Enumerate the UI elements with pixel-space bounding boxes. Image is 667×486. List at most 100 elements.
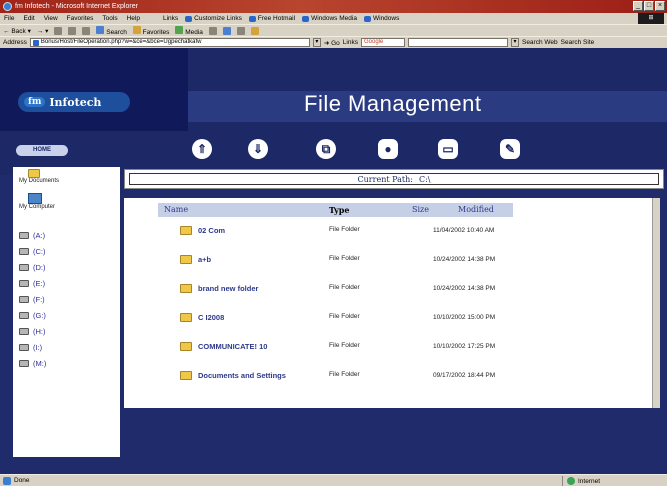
- drive-item-c[interactable]: (C:): [19, 247, 46, 256]
- search-site-button[interactable]: Search Site: [561, 39, 595, 46]
- google-search-input[interactable]: [407, 38, 508, 47]
- drive-item-h[interactable]: (H:): [19, 327, 46, 336]
- internet-zone-icon: [567, 477, 575, 485]
- drive-label: (G:): [33, 311, 46, 320]
- edit-icon[interactable]: [250, 26, 259, 35]
- home-button[interactable]: HOME: [16, 145, 68, 156]
- rename-icon[interactable]: ✎: [500, 139, 520, 159]
- menu-help[interactable]: Help: [127, 15, 140, 22]
- window-title: fm Infotech - Microsoft Internet Explore…: [15, 3, 138, 10]
- menu-tools[interactable]: Tools: [102, 15, 117, 22]
- windows-logo-icon: ⊞: [638, 13, 664, 24]
- back-button[interactable]: ← Back ▾: [3, 27, 31, 35]
- home-icon[interactable]: [82, 26, 91, 35]
- file-row[interactable]: Documents and Settings File Folder 09/17…: [158, 371, 513, 380]
- file-row[interactable]: C I2008 File Folder 10/10/2002 15:00 PM: [158, 313, 513, 322]
- cd-drive-icon: [19, 264, 29, 271]
- drive-item-i[interactable]: (I:): [19, 343, 42, 352]
- column-header-name[interactable]: Name: [158, 203, 323, 217]
- link-label: Windows Media: [311, 15, 357, 22]
- close-button[interactable]: ×: [655, 1, 665, 11]
- maximize-button[interactable]: □: [644, 1, 654, 11]
- delete-icon[interactable]: ●: [378, 139, 398, 159]
- search-button[interactable]: Search: [96, 25, 127, 36]
- link-customize[interactable]: Customize Links: [185, 15, 242, 22]
- menu-favorites[interactable]: Favorites: [67, 15, 94, 22]
- column-header-type[interactable]: Type: [323, 203, 403, 217]
- network-drive-icon: [19, 312, 29, 319]
- forward-button[interactable]: → ▾: [37, 27, 49, 35]
- favorites-button[interactable]: Favorites: [132, 25, 169, 36]
- menu-view[interactable]: View: [44, 15, 58, 22]
- window-titlebar: fm Infotech - Microsoft Internet Explore…: [0, 0, 667, 13]
- file-name[interactable]: C I2008: [198, 313, 224, 322]
- minimize-button[interactable]: _: [633, 1, 643, 11]
- menu-edit[interactable]: Edit: [23, 15, 34, 22]
- file-modified-cell: 09/17/2002 18:44 PM: [433, 372, 496, 379]
- copy-icon[interactable]: ⧉: [316, 139, 336, 159]
- drive-item-e[interactable]: (E:): [19, 279, 45, 288]
- file-name-cell: Documents and Settings: [158, 371, 323, 380]
- address-input[interactable]: Bonus/Host/FileOperation.php?w=&ce=&bce=…: [29, 38, 310, 47]
- zone-label: Internet: [578, 477, 601, 485]
- drive-item-d[interactable]: (D:): [19, 263, 46, 272]
- column-header-modified[interactable]: Modified: [433, 203, 513, 217]
- links-button[interactable]: Links: [343, 39, 358, 46]
- link-windows-media[interactable]: Windows Media: [302, 15, 357, 22]
- file-name[interactable]: brand new folder: [198, 284, 258, 293]
- my-documents-link[interactable]: My Documents: [19, 169, 59, 184]
- file-name[interactable]: COMMUNICATE! 10: [198, 342, 267, 351]
- address-dropdown-button[interactable]: ▾: [312, 38, 321, 47]
- new-folder-icon[interactable]: ▭: [438, 139, 458, 159]
- media-button[interactable]: Media: [175, 25, 203, 36]
- file-name[interactable]: Documents and Settings: [198, 371, 286, 380]
- drive-label: (A:): [33, 231, 46, 240]
- search-web-button[interactable]: Search Web: [522, 39, 558, 46]
- print-icon[interactable]: [236, 26, 245, 35]
- my-documents-label: My Documents: [19, 178, 60, 184]
- mail-icon[interactable]: [222, 26, 231, 35]
- go-button[interactable]: ➜ Go: [324, 39, 340, 47]
- file-row[interactable]: COMMUNICATE! 10 File Folder 10/10/2002 1…: [158, 342, 513, 351]
- file-list-panel: Name Type Size Modified 02 Com File Fold…: [124, 198, 660, 408]
- drive-item-g[interactable]: (G:): [19, 311, 46, 320]
- link-windows[interactable]: Windows: [363, 15, 400, 22]
- download-icon[interactable]: ⇓: [248, 139, 268, 159]
- folder-icon: [180, 313, 192, 322]
- drive-item-a[interactable]: (A:): [19, 231, 45, 240]
- link-hotmail[interactable]: Free Hotmail: [248, 15, 295, 22]
- page-done-icon: [3, 476, 11, 485]
- logo-text: Infotech: [49, 95, 102, 109]
- drive-sidebar: My Documents My Computer (A:) (C:) (D:) …: [13, 167, 120, 457]
- drive-item-f[interactable]: (F:): [19, 295, 45, 304]
- company-logo[interactable]: fm Infotech: [18, 92, 130, 112]
- file-row[interactable]: 02 Com File Folder 11/04/2002 10:40 AM: [158, 226, 513, 235]
- file-list-scrollbar[interactable]: [652, 198, 660, 408]
- current-path-value: C:\: [418, 174, 431, 184]
- folder-icon: [180, 226, 192, 235]
- file-type-cell: File Folder: [329, 371, 360, 378]
- file-name[interactable]: 02 Com: [198, 226, 225, 235]
- favorites-icon: [132, 25, 141, 34]
- file-name-cell: 02 Com: [158, 226, 323, 235]
- current-path-panel: Current Path: C:\: [124, 169, 664, 189]
- link-label: Windows: [372, 15, 400, 22]
- stop-icon[interactable]: [54, 26, 63, 35]
- folder-icon: [180, 284, 192, 293]
- file-row[interactable]: a+b File Folder 10/24/2002 14:38 PM: [158, 255, 513, 264]
- menu-file[interactable]: File: [4, 15, 14, 22]
- google-toolbar[interactable]: Google: [360, 38, 405, 47]
- drive-label: (C:): [33, 247, 46, 256]
- my-computer-link[interactable]: My Computer: [19, 193, 55, 210]
- column-header-size[interactable]: Size: [403, 203, 433, 217]
- file-name-cell: a+b: [158, 255, 323, 264]
- file-row[interactable]: brand new folder File Folder 10/24/2002 …: [158, 284, 513, 293]
- drive-item-m[interactable]: (M:): [19, 359, 46, 368]
- upload-icon[interactable]: ⇑: [192, 139, 212, 159]
- search-dropdown-button[interactable]: ▾: [510, 38, 519, 47]
- file-type-cell: File Folder: [329, 313, 360, 320]
- refresh-icon[interactable]: [68, 26, 77, 35]
- file-name[interactable]: a+b: [198, 255, 211, 264]
- file-name-cell: brand new folder: [158, 284, 323, 293]
- history-icon[interactable]: [208, 26, 217, 35]
